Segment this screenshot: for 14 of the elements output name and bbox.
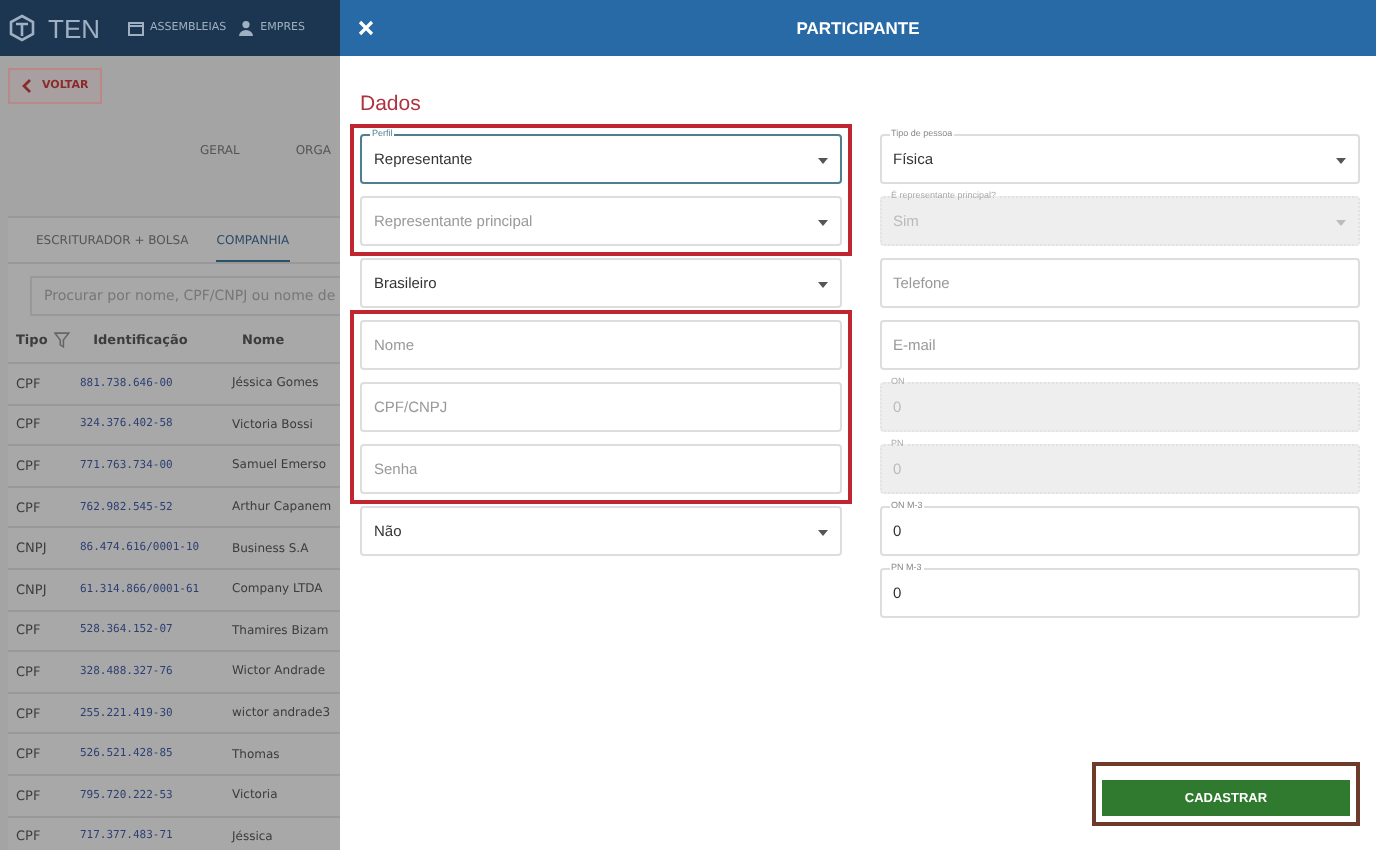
logo-icon <box>8 14 36 42</box>
person-icon <box>238 20 255 36</box>
logo-text: TEN <box>48 13 100 43</box>
chevron-left-icon <box>22 78 32 94</box>
caret-icon <box>817 530 827 536</box>
drawer-title: PARTICIPANTE <box>796 18 920 38</box>
section-title: Dados <box>360 92 423 116</box>
caret-icon <box>1336 158 1346 164</box>
calendar-icon <box>128 20 144 36</box>
close-icon[interactable] <box>358 20 374 36</box>
caret-icon <box>1336 220 1346 226</box>
caret-icon <box>817 158 827 164</box>
caret-icon <box>817 220 827 226</box>
caret-icon <box>817 282 827 288</box>
